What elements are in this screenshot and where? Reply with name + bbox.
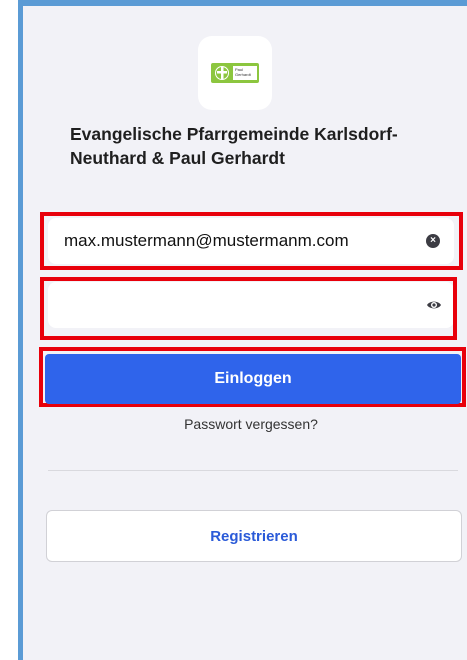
email-field[interactable]: max.mustermann@mustermanm.com × [48, 218, 454, 264]
password-field[interactable] [48, 282, 454, 328]
password-input[interactable] [60, 290, 404, 322]
logo-text: Paul Gerhardt [233, 66, 257, 80]
org-title: Evangelische Pfarrgemeinde Karlsdorf-Neu… [70, 124, 398, 168]
email-value[interactable]: max.mustermann@mustermanm.com [64, 231, 349, 251]
login-button[interactable]: Einloggen [45, 354, 461, 404]
divider [48, 470, 458, 471]
org-logo: Paul Gerhardt [198, 36, 272, 110]
forgot-password-link[interactable]: Passwort vergessen? [48, 416, 454, 432]
logo-mark: Paul Gerhardt [211, 63, 259, 83]
eye-icon[interactable] [426, 297, 442, 313]
cross-icon [215, 66, 229, 80]
clear-icon[interactable]: × [426, 234, 440, 248]
register-button[interactable]: Registrieren [46, 510, 462, 562]
